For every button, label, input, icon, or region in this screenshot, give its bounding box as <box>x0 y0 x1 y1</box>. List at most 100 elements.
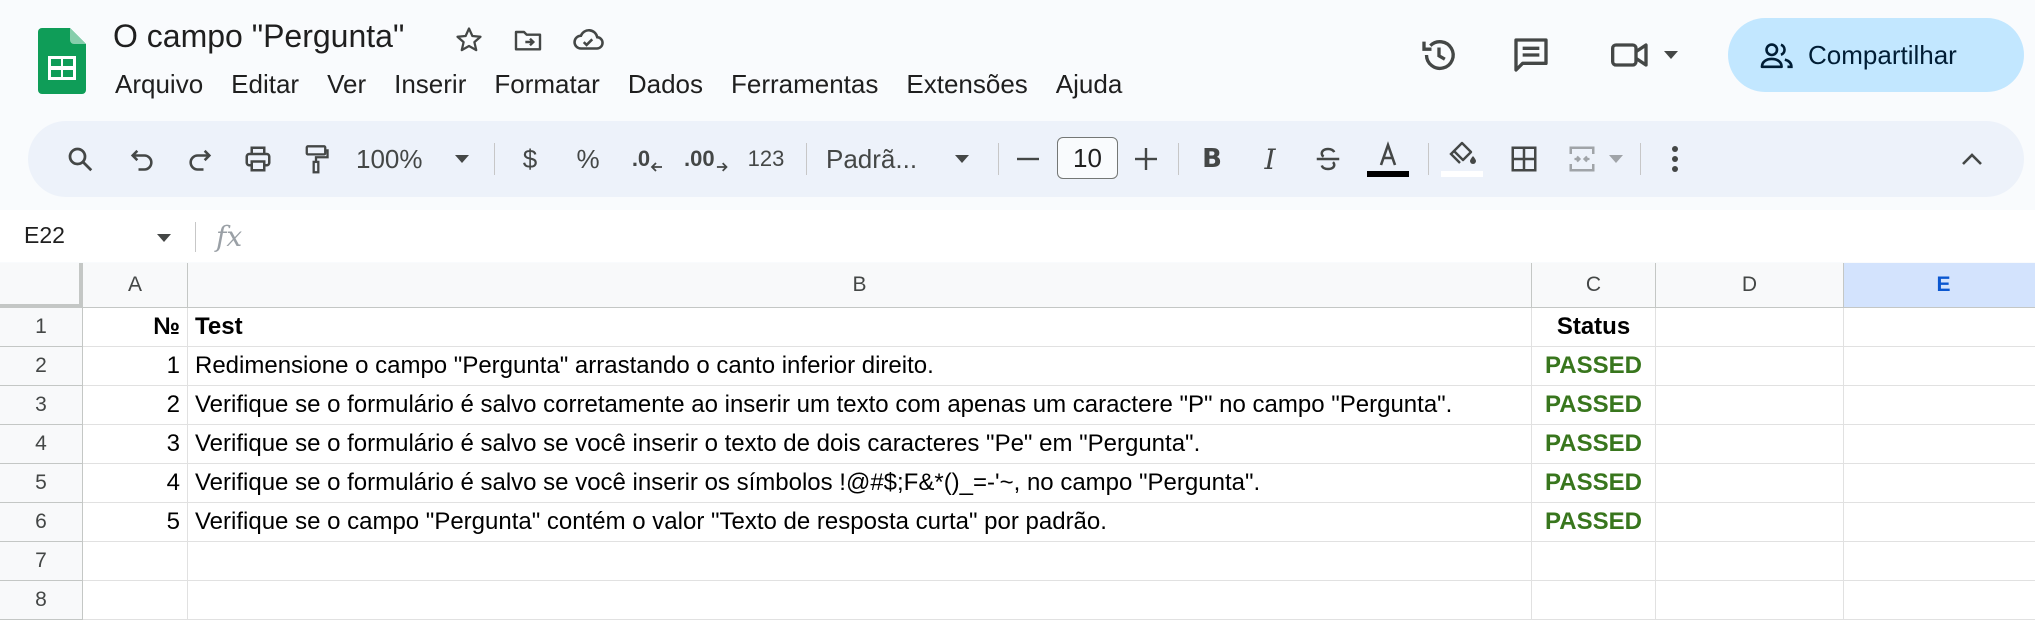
menu-format[interactable]: Formatar <box>480 69 613 100</box>
name-box-dropdown-icon[interactable] <box>156 230 172 248</box>
comments-icon[interactable] <box>1508 32 1554 78</box>
select-all-corner[interactable] <box>0 263 83 308</box>
menu-help[interactable]: Ajuda <box>1042 69 1137 100</box>
menu-extensions[interactable]: Extensões <box>892 69 1041 100</box>
cell-e7[interactable] <box>1844 542 2035 581</box>
cell-b6[interactable]: Verifique se o campo "Pergunta" contém o… <box>188 503 1532 542</box>
paint-format-icon[interactable] <box>296 121 336 197</box>
redo-icon[interactable] <box>180 121 220 197</box>
meet-dropdown-icon[interactable] <box>1656 32 1686 78</box>
cell-d5[interactable] <box>1656 464 1844 503</box>
cell-e1[interactable] <box>1844 308 2035 347</box>
cell-d8[interactable] <box>1656 581 1844 620</box>
row-header-8[interactable]: 8 <box>0 581 83 620</box>
cell-b5[interactable]: Verifique se o formulário é salvo se voc… <box>188 464 1532 503</box>
cell-e4[interactable] <box>1844 425 2035 464</box>
cell-c8[interactable] <box>1532 581 1656 620</box>
currency-format-button[interactable]: $ <box>510 121 550 197</box>
cell-e3[interactable] <box>1844 386 2035 425</box>
row-header-2[interactable]: 2 <box>0 347 83 386</box>
cell-a3[interactable]: 2 <box>83 386 188 425</box>
cell-b1[interactable]: Test <box>188 308 1532 347</box>
version-history-icon[interactable] <box>1416 32 1462 78</box>
cell-c6[interactable]: PASSED <box>1532 503 1656 542</box>
menu-tools[interactable]: Ferramentas <box>717 69 892 100</box>
text-color-icon[interactable] <box>1366 121 1410 197</box>
menu-view[interactable]: Ver <box>313 69 380 100</box>
collapse-menus-icon[interactable] <box>1952 121 1992 197</box>
column-header-a[interactable]: A <box>83 263 188 308</box>
font-size-input[interactable]: 10 <box>1057 137 1118 179</box>
column-header-b[interactable]: B <box>188 263 1532 308</box>
decrease-font-size-icon[interactable] <box>1010 121 1046 197</box>
cell-c1[interactable]: Status <box>1532 308 1656 347</box>
cell-c2[interactable]: PASSED <box>1532 347 1656 386</box>
cell-e8[interactable] <box>1844 581 2035 620</box>
cloud-saved-icon[interactable] <box>570 22 606 58</box>
borders-icon[interactable] <box>1502 121 1546 197</box>
merge-dropdown-icon[interactable] <box>1604 121 1628 197</box>
percent-format-button[interactable]: % <box>568 121 608 197</box>
cell-a2[interactable]: 1 <box>83 347 188 386</box>
more-formats-button[interactable]: 123 <box>742 121 790 197</box>
cell-b2[interactable]: Redimensione o campo "Pergunta" arrastan… <box>188 347 1532 386</box>
italic-button[interactable]: I <box>1250 121 1290 197</box>
cell-d1[interactable] <box>1656 308 1844 347</box>
row-header-4[interactable]: 4 <box>0 425 83 464</box>
cell-a6[interactable]: 5 <box>83 503 188 542</box>
zoom-dropdown-icon[interactable] <box>450 121 474 197</box>
row-header-1[interactable]: 1 <box>0 308 83 347</box>
increase-decimal-button[interactable]: .00 <box>684 121 728 197</box>
sheets-logo-icon[interactable] <box>38 28 86 94</box>
bold-button[interactable]: B <box>1192 121 1232 197</box>
menu-insert[interactable]: Inserir <box>380 69 480 100</box>
decrease-decimal-button[interactable]: .0 <box>626 121 670 197</box>
print-icon[interactable] <box>238 121 278 197</box>
cell-a4[interactable]: 3 <box>83 425 188 464</box>
star-icon[interactable] <box>451 22 487 58</box>
name-box[interactable]: E22 <box>24 222 65 249</box>
cell-d4[interactable] <box>1656 425 1844 464</box>
menu-file[interactable]: Arquivo <box>101 69 217 100</box>
more-options-icon[interactable] <box>1660 121 1690 197</box>
row-header-3[interactable]: 3 <box>0 386 83 425</box>
merge-cells-icon[interactable] <box>1562 121 1602 197</box>
cell-b3[interactable]: Verifique se o formulário é salvo corret… <box>188 386 1532 425</box>
cell-b7[interactable] <box>188 542 1532 581</box>
cell-e6[interactable] <box>1844 503 2035 542</box>
row-header-7[interactable]: 7 <box>0 542 83 581</box>
formula-input[interactable] <box>260 214 2020 258</box>
row-header-6[interactable]: 6 <box>0 503 83 542</box>
undo-icon[interactable] <box>122 121 162 197</box>
cell-d6[interactable] <box>1656 503 1844 542</box>
strikethrough-icon[interactable] <box>1308 121 1348 197</box>
cell-b4[interactable]: Verifique se o formulário é salvo se voc… <box>188 425 1532 464</box>
cell-d7[interactable] <box>1656 542 1844 581</box>
cell-d3[interactable] <box>1656 386 1844 425</box>
document-title[interactable]: O campo "Pergunta" <box>113 18 404 55</box>
cell-e2[interactable] <box>1844 347 2035 386</box>
cell-c5[interactable]: PASSED <box>1532 464 1656 503</box>
cell-c7[interactable] <box>1532 542 1656 581</box>
cell-d2[interactable] <box>1656 347 1844 386</box>
cell-b8[interactable] <box>188 581 1532 620</box>
cell-a8[interactable] <box>83 581 188 620</box>
menu-edit[interactable]: Editar <box>217 69 313 100</box>
row-header-5[interactable]: 5 <box>0 464 83 503</box>
fill-color-icon[interactable] <box>1440 121 1484 197</box>
meet-video-icon[interactable] <box>1608 32 1654 78</box>
cell-a7[interactable] <box>83 542 188 581</box>
search-menus-icon[interactable] <box>60 121 100 197</box>
cell-a1[interactable]: № <box>83 308 188 347</box>
font-family-select[interactable]: Padrã... <box>826 121 926 197</box>
font-dropdown-icon[interactable] <box>950 121 974 197</box>
move-to-folder-icon[interactable] <box>510 22 546 58</box>
cell-a5[interactable]: 4 <box>83 464 188 503</box>
share-button[interactable]: Compartilhar <box>1728 18 2024 92</box>
menu-data[interactable]: Dados <box>614 69 717 100</box>
column-header-d[interactable]: D <box>1656 263 1844 308</box>
cell-e5[interactable] <box>1844 464 2035 503</box>
column-header-c[interactable]: C <box>1532 263 1656 308</box>
column-header-e[interactable]: E <box>1844 263 2035 308</box>
cell-c3[interactable]: PASSED <box>1532 386 1656 425</box>
